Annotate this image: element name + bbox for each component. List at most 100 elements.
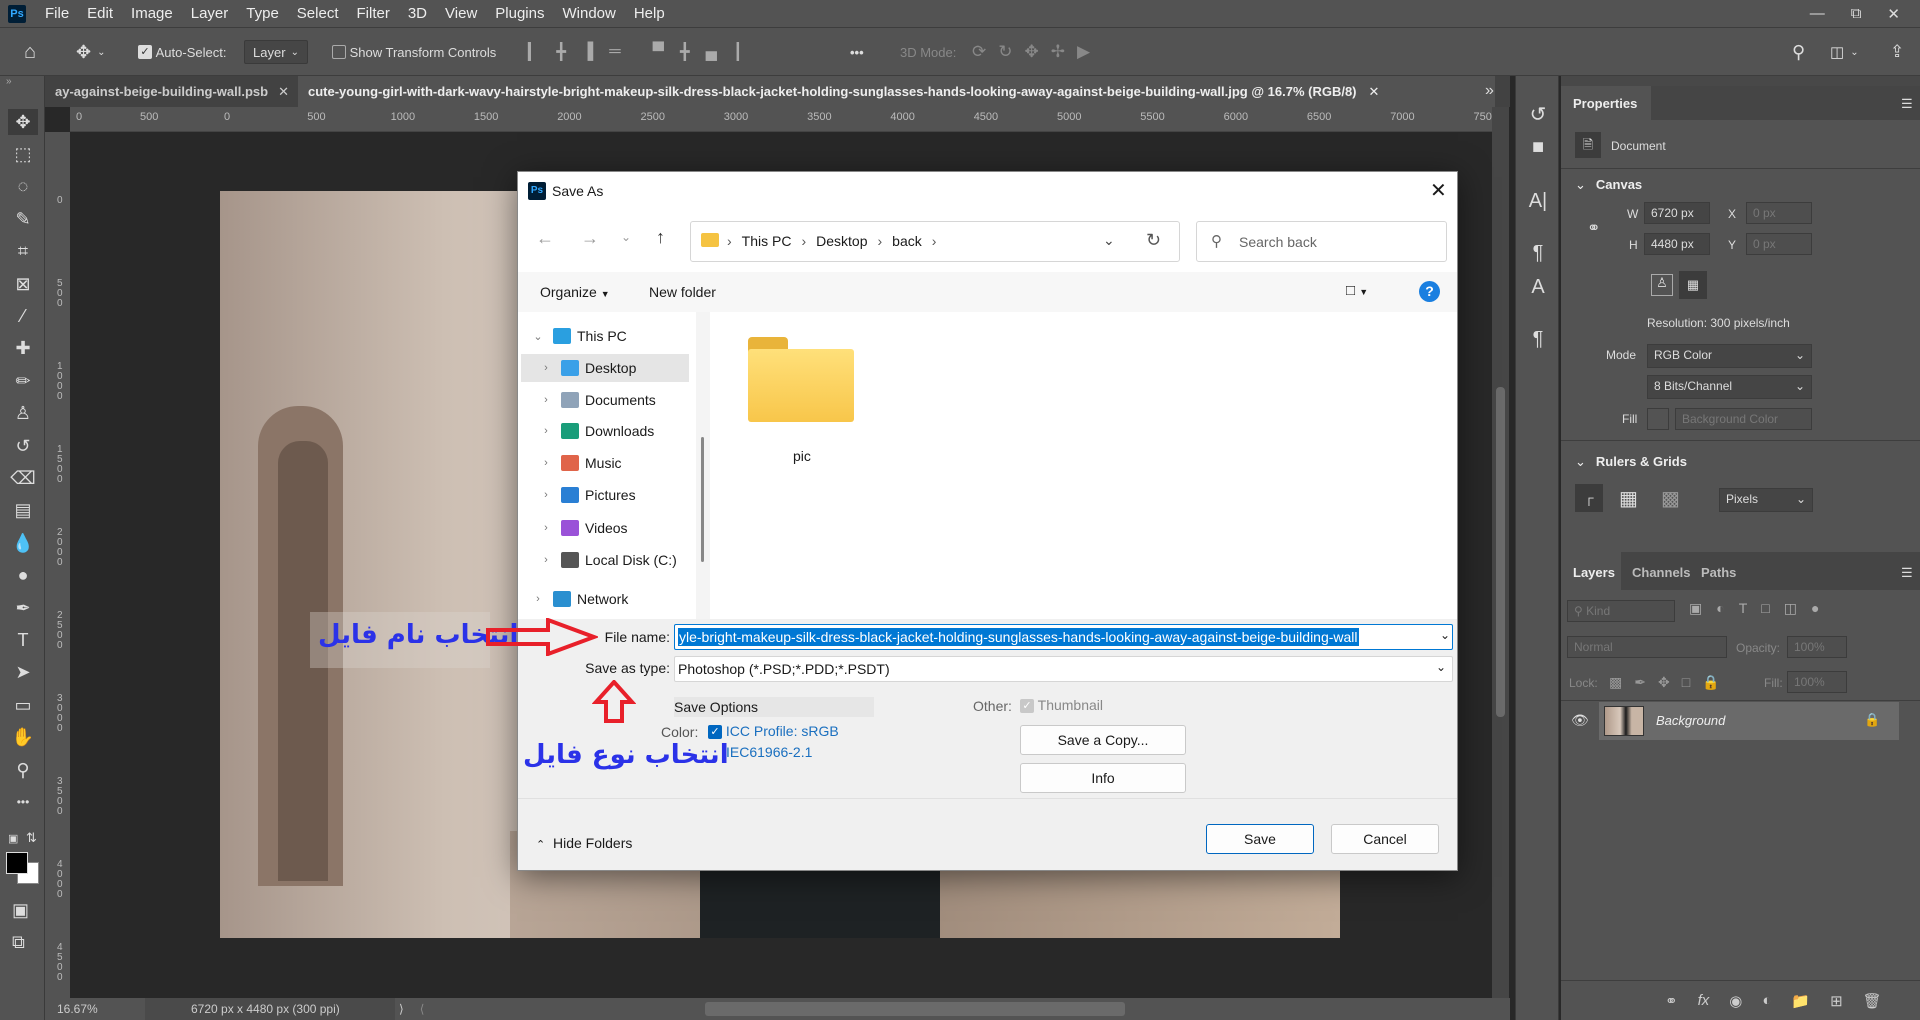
file-name-input[interactable]: yle-bright-makeup-silk-dress-black-jacke… xyxy=(674,624,1453,650)
history-brush-tool-icon[interactable]: ↺ xyxy=(8,433,38,459)
refresh-icon[interactable]: ↻ xyxy=(1146,230,1161,251)
units-select[interactable]: Pixels ⌄ xyxy=(1719,488,1813,512)
pen-tool-icon[interactable]: ✒ xyxy=(8,595,38,621)
paragraph-styles-icon[interactable]: ¶ xyxy=(1524,242,1552,270)
clone-stamp-tool-icon[interactable]: ♙ xyxy=(8,401,38,427)
chevron-right-icon[interactable]: › xyxy=(932,233,937,249)
paragraph-icon[interactable]: ¶ xyxy=(1524,328,1552,356)
thumbnail-checkbox[interactable]: ✓ Thumbnail xyxy=(1020,697,1103,714)
save-a-copy-button[interactable]: Save a Copy... xyxy=(1020,725,1186,755)
forward-icon[interactable]: → xyxy=(581,228,599,249)
character-icon[interactable]: A| xyxy=(1524,190,1552,218)
share-icon[interactable]: ⇪ xyxy=(1890,40,1904,64)
breadcrumb-item[interactable]: back xyxy=(892,233,922,249)
portrait-icon[interactable]: ♙ xyxy=(1651,274,1673,296)
character-styles-icon[interactable]: A xyxy=(1524,276,1552,304)
eraser-tool-icon[interactable]: ⌫ xyxy=(8,465,38,491)
layer-select[interactable]: Layer ⌄ xyxy=(244,40,308,64)
canvas-section[interactable]: ⌄ Canvas xyxy=(1575,177,1642,193)
recent-chevron-icon[interactable]: ⌄ xyxy=(621,230,631,244)
adjustment-layer-icon[interactable]: ◐ xyxy=(1762,992,1771,1010)
rectangle-tool-icon[interactable]: ▭ xyxy=(8,692,38,718)
bits-select[interactable]: 8 Bits/Channel ⌄ xyxy=(1647,375,1812,399)
tab-jpg[interactable]: cute-young-girl-with-dark-wavy-hairstyle… xyxy=(298,76,1495,107)
menu-type[interactable]: Type xyxy=(237,5,288,22)
rectangular-marquee-tool-icon[interactable]: ⬚ xyxy=(8,141,38,167)
dropdown-icon[interactable]: ⌄ xyxy=(1436,628,1451,642)
up-icon[interactable]: ↑ xyxy=(656,227,665,248)
spot-healing-tool-icon[interactable]: ✚ xyxy=(8,336,38,362)
back-icon[interactable]: ← xyxy=(536,228,554,249)
restore-icon[interactable]: ⧉ xyxy=(1851,5,1862,23)
nav-item[interactable]: ⌄ This PC xyxy=(521,322,689,350)
workspace-icon[interactable]: ◫ ⌄ xyxy=(1830,40,1859,64)
chevron-right-icon[interactable]: › xyxy=(537,425,555,437)
status-arrow-icon[interactable]: ⟩ xyxy=(399,1002,404,1016)
fx-icon[interactable]: fx xyxy=(1698,992,1710,1010)
chevron-down-icon[interactable]: ⌄ xyxy=(529,330,547,343)
menu-view[interactable]: View xyxy=(436,5,486,22)
frame-tool-icon[interactable]: ⊠ xyxy=(8,271,38,297)
type-tool-icon[interactable]: T xyxy=(8,627,38,653)
history-icon[interactable]: ↺ xyxy=(1524,102,1552,130)
close-tab-icon[interactable]: ✕ xyxy=(278,84,289,100)
chevron-right-icon[interactable]: › xyxy=(537,489,555,501)
lock-icons[interactable]: ▩ ✒ ✥ □ 🔒 xyxy=(1609,674,1720,691)
nav-item[interactable]: › Desktop xyxy=(521,354,689,382)
link-icon[interactable]: ⚭ xyxy=(1587,218,1600,238)
menu-filter[interactable]: Filter xyxy=(348,5,399,22)
menu-select[interactable]: Select xyxy=(288,5,348,22)
menu-image[interactable]: Image xyxy=(122,5,182,22)
delete-layer-icon[interactable]: 🗑 xyxy=(1863,992,1882,1010)
nav-item[interactable]: › Videos xyxy=(521,514,689,542)
more-tools-tool-icon[interactable]: ••• xyxy=(8,789,38,815)
eyedropper-tool-icon[interactable]: ⁄ xyxy=(8,303,38,329)
tab-layers[interactable]: Layers xyxy=(1573,565,1615,580)
nav-item[interactable]: › Local Disk (C:) xyxy=(521,546,689,574)
align-icons[interactable]: ▎ ╋ ▐ ═ ▀ ╋ ▄ ┃ xyxy=(528,40,743,64)
address-dropdown-icon[interactable]: ⌄ xyxy=(1103,232,1115,249)
add-mask-icon[interactable]: ◉ xyxy=(1729,992,1742,1010)
hide-folders-button[interactable]: ⌃ Hide Folders xyxy=(536,835,632,851)
nav-item[interactable]: › Documents xyxy=(521,386,689,414)
chevron-right-icon[interactable]: › xyxy=(537,362,555,374)
mode-select[interactable]: RGB Color ⌄ xyxy=(1647,344,1812,368)
chevron-right-icon[interactable]: › xyxy=(537,522,555,534)
folder-item-pic[interactable] xyxy=(748,337,854,422)
chevron-right-icon[interactable]: › xyxy=(529,593,547,605)
zoom-tool-icon[interactable]: ⚲ xyxy=(8,757,38,783)
move-tool-icon[interactable]: ✥ xyxy=(8,109,38,135)
nav-item[interactable]: › Downloads xyxy=(521,417,689,445)
chevron-right-icon[interactable]: › xyxy=(727,233,732,249)
save-as-type-select[interactable]: Photoshop (*.PSD;*.PDD;*.PSDT) ⌄ xyxy=(674,656,1453,682)
transparency-grid-icon[interactable]: ▩ xyxy=(1661,486,1680,511)
search-icon[interactable]: ⚲ xyxy=(1792,40,1805,64)
minimize-icon[interactable]: — xyxy=(1810,5,1825,23)
gradient-tool-icon[interactable]: ▤ xyxy=(8,498,38,524)
default-colors-icon[interactable]: ▣ xyxy=(8,832,22,846)
nav-item[interactable]: › Network xyxy=(521,585,689,613)
lasso-tool-icon[interactable]: ◌ xyxy=(8,174,38,200)
tab-channels[interactable]: Channels xyxy=(1632,565,1691,580)
screen-mode-icon[interactable]: ⧉ xyxy=(12,932,25,953)
info-button[interactable]: Info xyxy=(1020,763,1186,793)
zoom-level[interactable]: 16.67% xyxy=(45,1002,145,1016)
rulers-grids-section[interactable]: ⌄ Rulers & Grids xyxy=(1575,454,1687,470)
opacity-input[interactable]: 100% xyxy=(1787,636,1847,658)
horizontal-scrollbar[interactable] xyxy=(705,1002,1125,1016)
grid-icon[interactable]: ▦ xyxy=(1619,486,1638,511)
new-layer-icon[interactable]: ⊞ xyxy=(1830,992,1843,1010)
height-input[interactable]: 4480 px xyxy=(1644,233,1710,255)
crop-tool-icon[interactable]: ⌗ xyxy=(8,239,38,265)
nav-scrollbar[interactable] xyxy=(696,312,710,619)
new-group-icon[interactable]: 📁 xyxy=(1791,992,1810,1010)
tab-paths[interactable]: Paths xyxy=(1701,565,1736,580)
home-icon[interactable]: ⌂ xyxy=(24,40,36,64)
view-icon[interactable]: □ ▼ xyxy=(1346,282,1368,299)
menu-3d[interactable]: 3D xyxy=(399,5,436,22)
link-layers-icon[interactable]: ⚭ xyxy=(1665,992,1678,1010)
chevron-right-icon[interactable]: › xyxy=(537,554,555,566)
breadcrumb-item[interactable]: This PC xyxy=(742,233,792,249)
width-input[interactable]: 6720 px xyxy=(1644,202,1710,224)
save-button[interactable]: Save xyxy=(1206,824,1314,854)
